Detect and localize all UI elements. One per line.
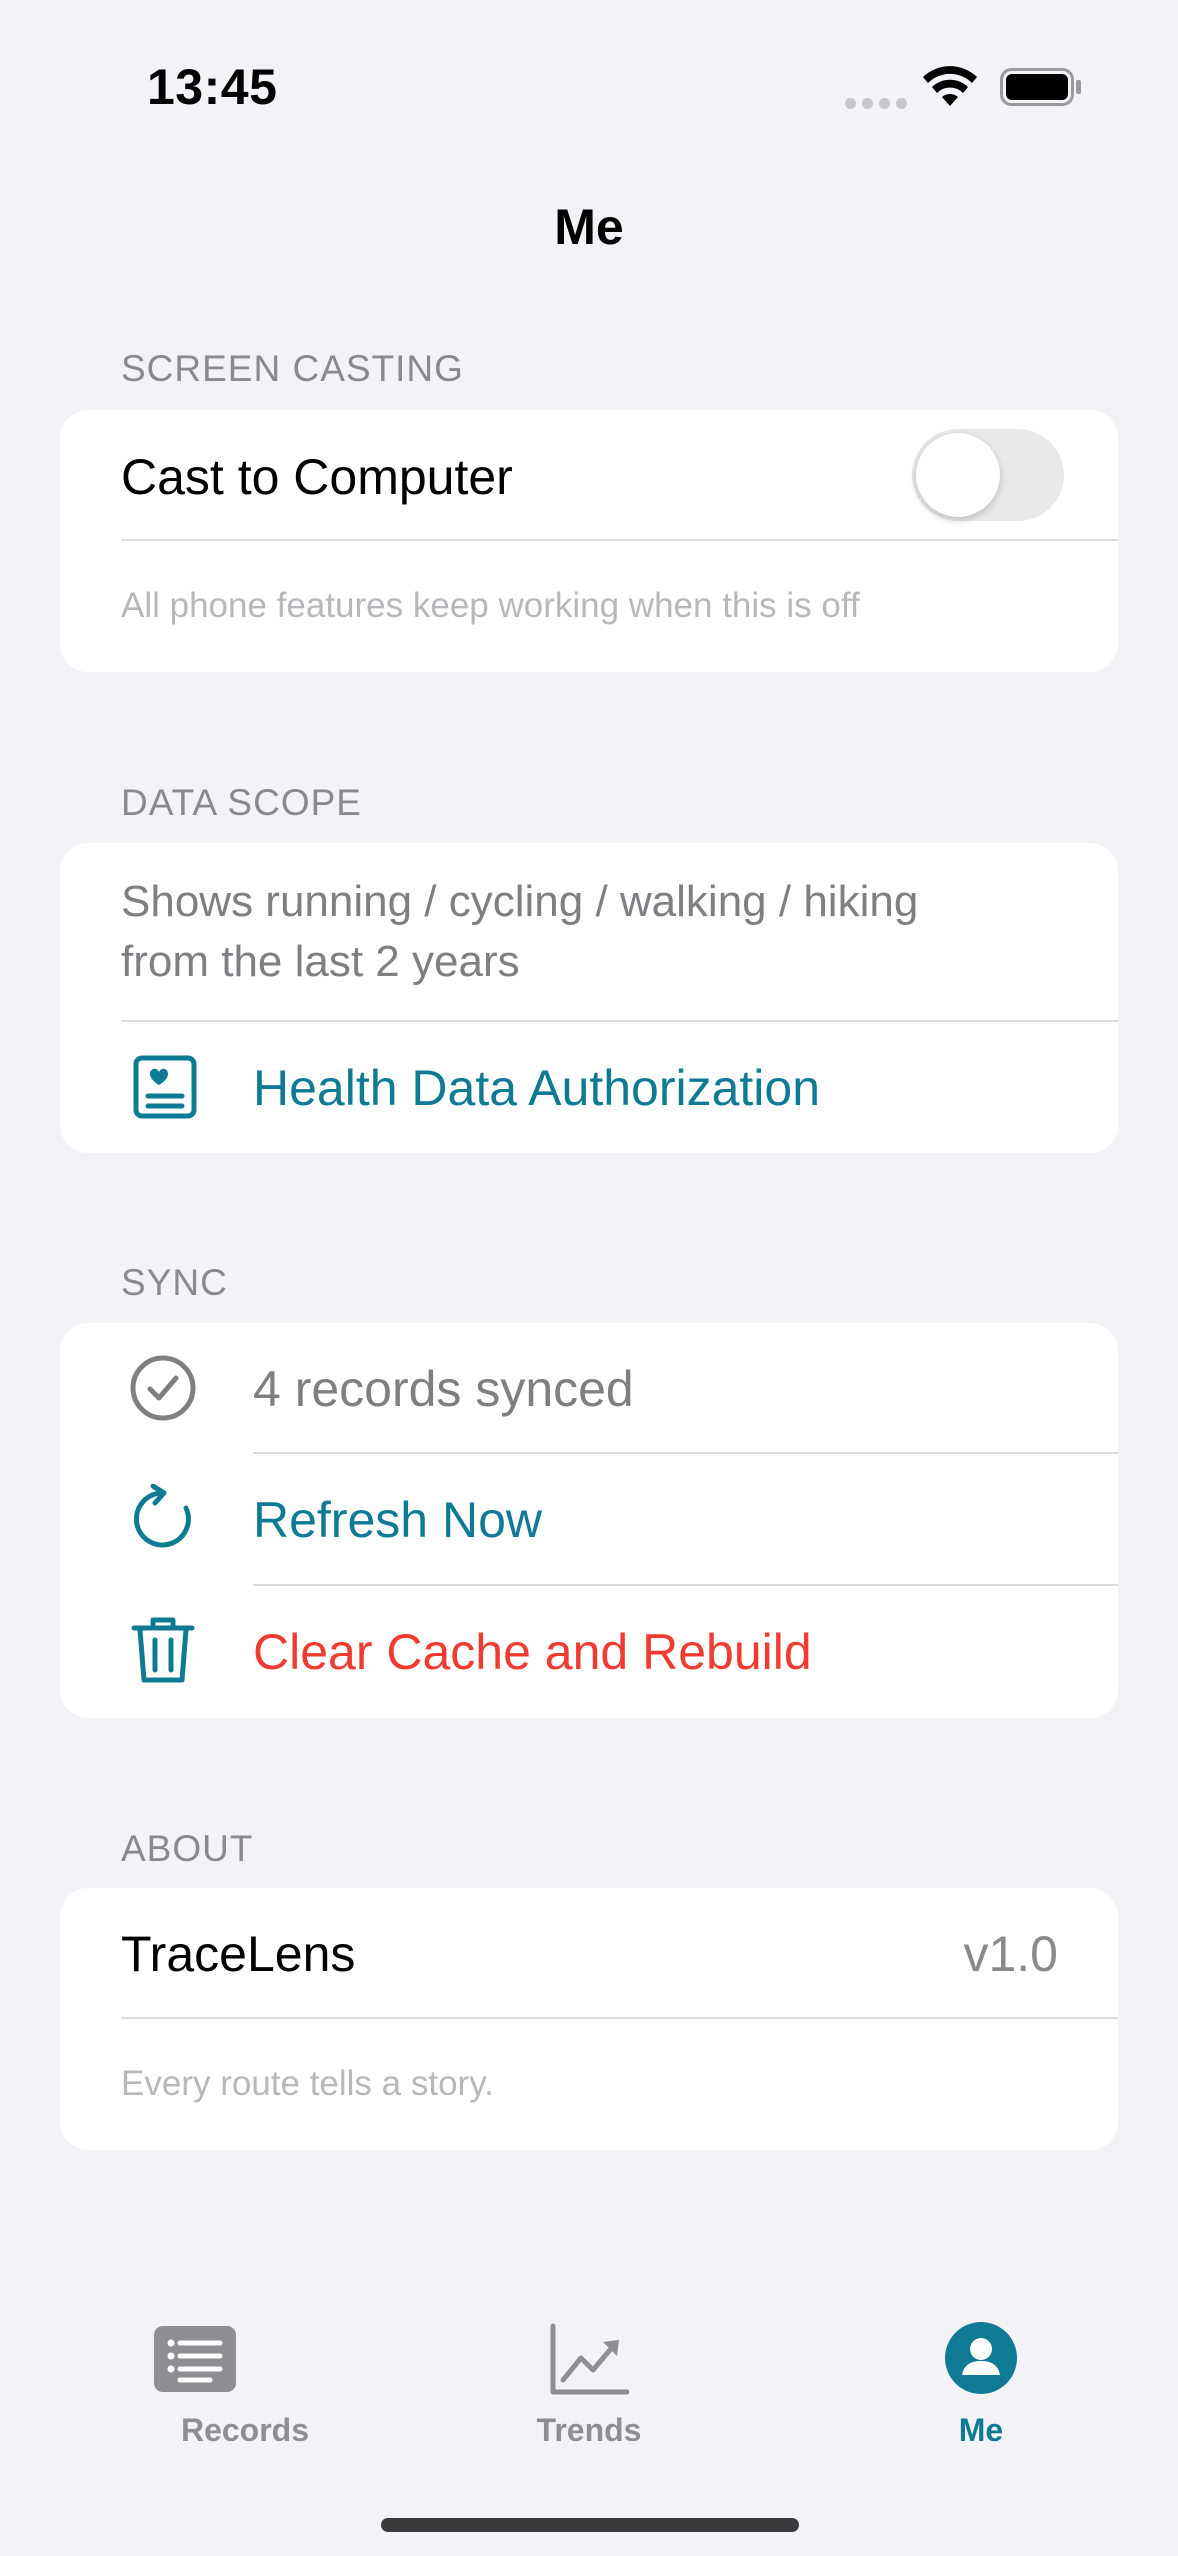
- app-tagline: Every route tells a story.: [121, 2064, 494, 2103]
- refresh-icon: [133, 1484, 191, 1548]
- section-header-sync: SYNC: [121, 1262, 228, 1303]
- checkmark-circle-icon: [130, 1355, 196, 1421]
- data-scope-description-line1: Shows running / cycling / walking / hiki…: [121, 877, 919, 926]
- sync-card: 4 records synced Refresh Now Clear Cache…: [60, 1323, 1118, 1718]
- tab-trends[interactable]: Trends: [439, 2300, 739, 2460]
- data-scope-description-line2: from the last 2 years: [121, 937, 520, 986]
- health-record-icon: [133, 1055, 197, 1119]
- refresh-now-label: Refresh Now: [253, 1492, 542, 1548]
- app-name-label: TraceLens: [121, 1926, 356, 1982]
- cast-to-computer-toggle[interactable]: [912, 429, 1064, 521]
- tab-me[interactable]: Me: [831, 2300, 1131, 2460]
- trash-icon: [131, 1617, 195, 1683]
- cellular-signal-icon: [845, 96, 913, 114]
- section-header-data-scope: DATA SCOPE: [121, 782, 362, 823]
- data-scope-card: Shows running / cycling / walking / hiki…: [60, 843, 1118, 1153]
- app-version: v1.0: [963, 1926, 1058, 1982]
- health-data-authorization-label: Health Data Authorization: [253, 1060, 821, 1116]
- page-title: Me: [554, 199, 624, 255]
- tab-trends-label: Trends: [536, 2412, 642, 2448]
- home-indicator[interactable]: [381, 2518, 799, 2532]
- list-icon: [154, 2326, 236, 2392]
- wifi-icon: [923, 66, 977, 106]
- clear-cache-label: Clear Cache and Rebuild: [253, 1624, 812, 1680]
- divider: [121, 539, 1118, 541]
- battery-icon: [1000, 68, 1081, 106]
- sync-status-row: 4 records synced: [60, 1323, 1118, 1453]
- section-header-about: ABOUT: [121, 1828, 254, 1869]
- about-card: TraceLens v1.0 Every route tells a story…: [60, 1888, 1118, 2150]
- status-time: 13:45: [147, 59, 278, 115]
- health-data-authorization-row[interactable]: Health Data Authorization: [60, 1022, 1118, 1153]
- cast-footer-note: All phone features keep working when thi…: [121, 586, 860, 625]
- divider: [121, 2017, 1118, 2019]
- clear-cache-row[interactable]: Clear Cache and Rebuild: [60, 1586, 1118, 1718]
- screen-casting-card: Cast to Computer All phone features keep…: [60, 410, 1118, 672]
- refresh-now-row[interactable]: Refresh Now: [60, 1454, 1118, 1584]
- tab-records-label: Records: [180, 2412, 310, 2448]
- toggle-knob: [916, 433, 1000, 517]
- person-icon: [945, 2322, 1017, 2394]
- tab-me-label: Me: [958, 2412, 1004, 2448]
- chart-icon: [550, 2323, 629, 2395]
- section-header-screen-casting: SCREEN CASTING: [121, 348, 464, 389]
- tab-records[interactable]: Records: [95, 2300, 395, 2460]
- cast-to-computer-label: Cast to Computer: [121, 449, 513, 505]
- sync-status-label: 4 records synced: [253, 1361, 634, 1417]
